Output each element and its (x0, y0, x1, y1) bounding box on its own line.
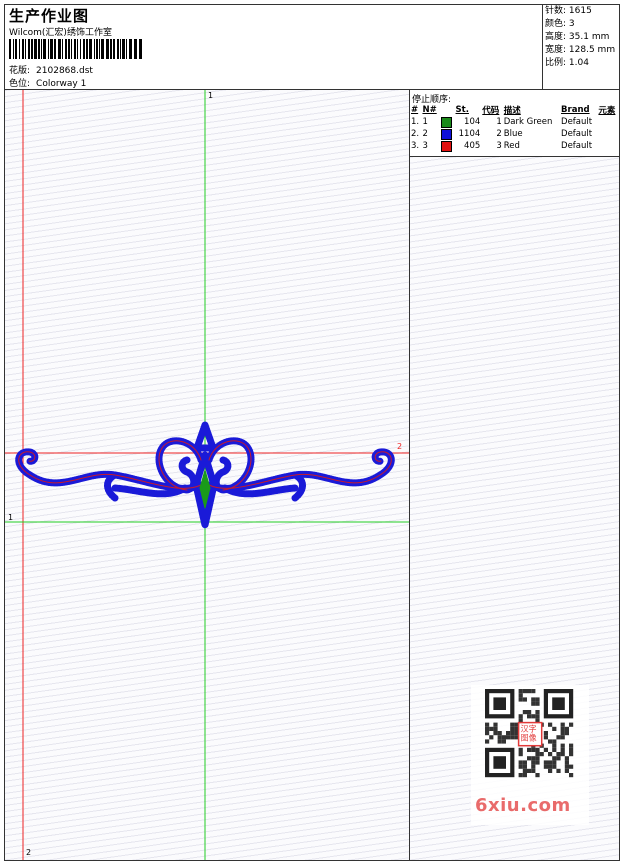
embroidery-preview (5, 90, 409, 860)
barcode-image (9, 39, 142, 59)
stat-height: 高度: 35.1 mm (545, 32, 610, 42)
qr-code-image: 汉字图像 (485, 689, 574, 778)
colorway-label: 色位: (9, 79, 31, 89)
production-sheet: 生产作业图 Wilcom(汇宏)绣饰工作室 花版: 2102868.dst 色位:… (4, 4, 620, 861)
top-axis-marker: 1 (208, 91, 214, 100)
color-stop-row: 1. 1 104 1 Dark Green Default (411, 116, 593, 128)
watermark-site: 6xiu.com (475, 795, 571, 816)
company-name: Wilcom(汇宏)绣饰工作室 (9, 28, 112, 38)
stat-stitches: 针数: 1615 (545, 6, 592, 16)
svg-text:汉字: 汉字 (521, 724, 537, 734)
thread-color-swatch (440, 116, 452, 128)
design-canvas: 1 1 2 2 (5, 90, 410, 860)
color-stop-row: 2. 2 1104 2 Blue Default (411, 128, 593, 140)
svg-text:图像: 图像 (521, 733, 537, 743)
design-stats: 针数: 1615 颜色: 3 高度: 35.1 mm 宽度: 128.5 mm … (542, 5, 620, 89)
right-axis-marker: 2 (397, 442, 403, 451)
design-file-line: 花版: 2102868.dst (9, 63, 93, 76)
color-table-header: # N# St. 代码 描述 Brand 元素 (411, 105, 616, 116)
design-file-label: 花版: (9, 66, 31, 76)
stat-colors: 颜色: 3 (545, 19, 575, 29)
sheet-header: 生产作业图 Wilcom(汇宏)绣饰工作室 花版: 2102868.dst 色位:… (5, 5, 619, 90)
colorway-line: 色位: Colorway 1 (9, 76, 86, 89)
design-file-value: 2102868.dst (36, 66, 93, 76)
left-axis-marker: 1 (8, 513, 14, 522)
thread-color-swatch (440, 140, 452, 152)
stat-scale: 比例: 1.04 (545, 58, 589, 68)
color-stop-row: 3. 3 405 3 Red Default (411, 140, 593, 152)
thread-color-swatch (440, 128, 452, 140)
stat-width: 宽度: 128.5 mm (545, 45, 616, 55)
sheet-title: 生产作业图 (9, 7, 90, 25)
bottom-axis-marker: 2 (26, 848, 32, 857)
stop-sequence-title: 停止顺序: (412, 95, 452, 105)
stop-sequence-box: 停止顺序: # N# St. 代码 描述 Brand 元素 1. 1 104 1 Dar… (410, 90, 619, 157)
colorway-value: Colorway 1 (36, 79, 87, 89)
color-stop-table: # N# St. 代码 描述 Brand 元素 1. 1 104 1 Dark Gree… (410, 104, 619, 152)
